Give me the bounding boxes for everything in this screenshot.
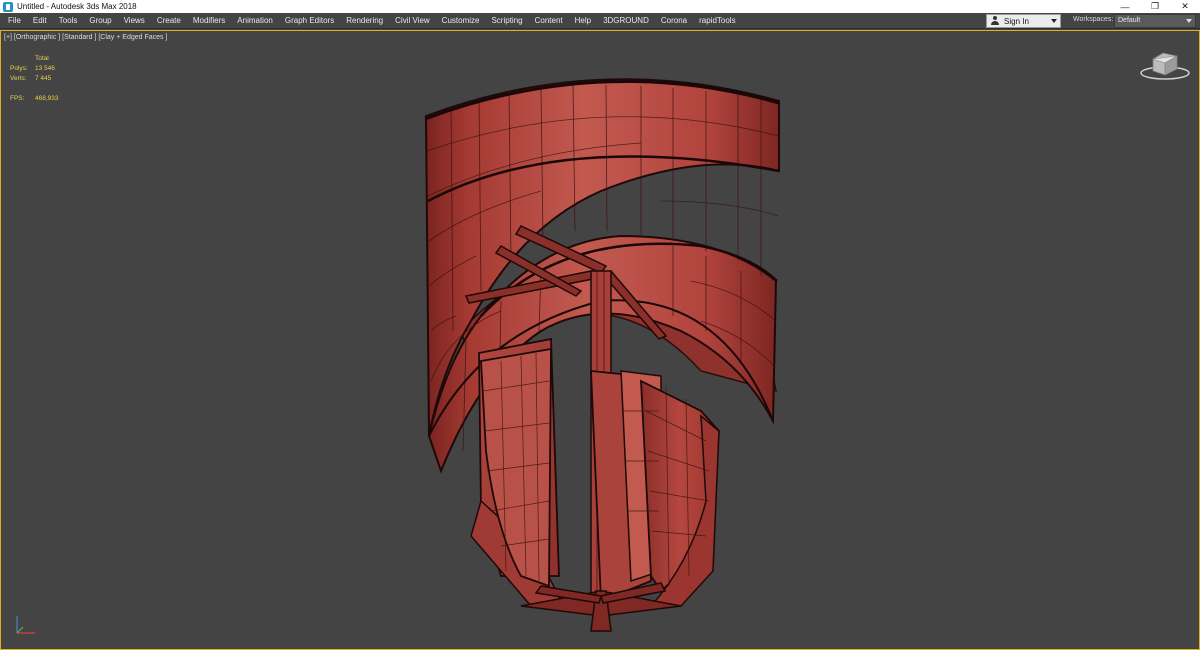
clay-edged-faces-lamp-model[interactable]: [1, 31, 1200, 650]
sign-in-dropdown[interactable]: Sign In: [986, 14, 1061, 28]
menu-content[interactable]: Content: [529, 13, 569, 29]
chevron-down-icon: [1186, 19, 1192, 23]
menu-rendering[interactable]: Rendering: [340, 13, 389, 29]
menu-tools[interactable]: Tools: [53, 13, 84, 29]
menu-customize[interactable]: Customize: [436, 13, 486, 29]
window-title: Untitled - Autodesk 3ds Max 2018: [17, 2, 137, 11]
menu-animation[interactable]: Animation: [231, 13, 279, 29]
workspaces-label: Workspaces:: [1073, 16, 1114, 23]
menu-rapidtools[interactable]: rapidTools: [693, 13, 741, 29]
viewport[interactable]: [+] [Orthographic ] [Standard ] [Clay + …: [0, 30, 1200, 650]
user-icon: [990, 16, 1000, 26]
menu-views[interactable]: Views: [118, 13, 151, 29]
menu-create[interactable]: Create: [151, 13, 187, 29]
menu-corona[interactable]: Corona: [655, 13, 693, 29]
stats-fps-value: 468,933: [35, 95, 59, 102]
title-bar: Untitled - Autodesk 3ds Max 2018 — ❐ ✕: [0, 0, 1200, 13]
menu-file[interactable]: File: [2, 13, 27, 29]
menu-modifiers[interactable]: Modifiers: [187, 13, 231, 29]
menu-scripting[interactable]: Scripting: [485, 13, 528, 29]
workspace-value: Default: [1118, 17, 1141, 24]
menu-civil-view[interactable]: Civil View: [389, 13, 436, 29]
window-controls: — ❐ ✕: [1110, 0, 1200, 13]
stats-polys-label: Polys:: [10, 65, 28, 72]
menu-bar: File Edit Tools Group Views Create Modif…: [0, 13, 1200, 29]
minimize-icon[interactable]: —: [1110, 0, 1140, 13]
stats-total-header: Total: [35, 55, 49, 62]
viewport-statistics: Total Polys: 13 546 Verts: 7 445 FPS: 46…: [10, 54, 59, 104]
restore-icon[interactable]: ❐: [1140, 0, 1170, 13]
3ds-max-icon[interactable]: [3, 1, 13, 12]
stats-verts-value: 7 445: [35, 75, 52, 82]
stats-fps-label: FPS:: [10, 95, 25, 102]
menu-3dground[interactable]: 3DGROUND: [597, 13, 655, 29]
viewport-label[interactable]: [+] [Orthographic ] [Standard ] [Clay + …: [4, 34, 167, 41]
menu-graph-editors[interactable]: Graph Editors: [279, 13, 340, 29]
close-icon[interactable]: ✕: [1170, 0, 1200, 13]
stats-verts-row: Verts: 7 445: [10, 74, 59, 84]
viewcube-icon[interactable]: [1139, 47, 1191, 83]
stats-polys-row: Polys: 13 546: [10, 64, 59, 74]
stats-fps-row: FPS: 468,933: [10, 94, 59, 104]
workspace-select[interactable]: Default: [1114, 14, 1196, 28]
menu-group[interactable]: Group: [83, 13, 117, 29]
menu-help[interactable]: Help: [569, 13, 597, 29]
main-menu: File Edit Tools Group Views Create Modif…: [0, 13, 742, 29]
sign-in-label: Sign In: [1004, 16, 1029, 26]
stats-polys-value: 13 546: [35, 65, 55, 72]
chevron-down-icon: [1051, 19, 1057, 23]
axis-gizmo-icon: [16, 616, 35, 634]
menu-edit[interactable]: Edit: [27, 13, 53, 29]
stats-verts-label: Verts:: [10, 75, 27, 82]
